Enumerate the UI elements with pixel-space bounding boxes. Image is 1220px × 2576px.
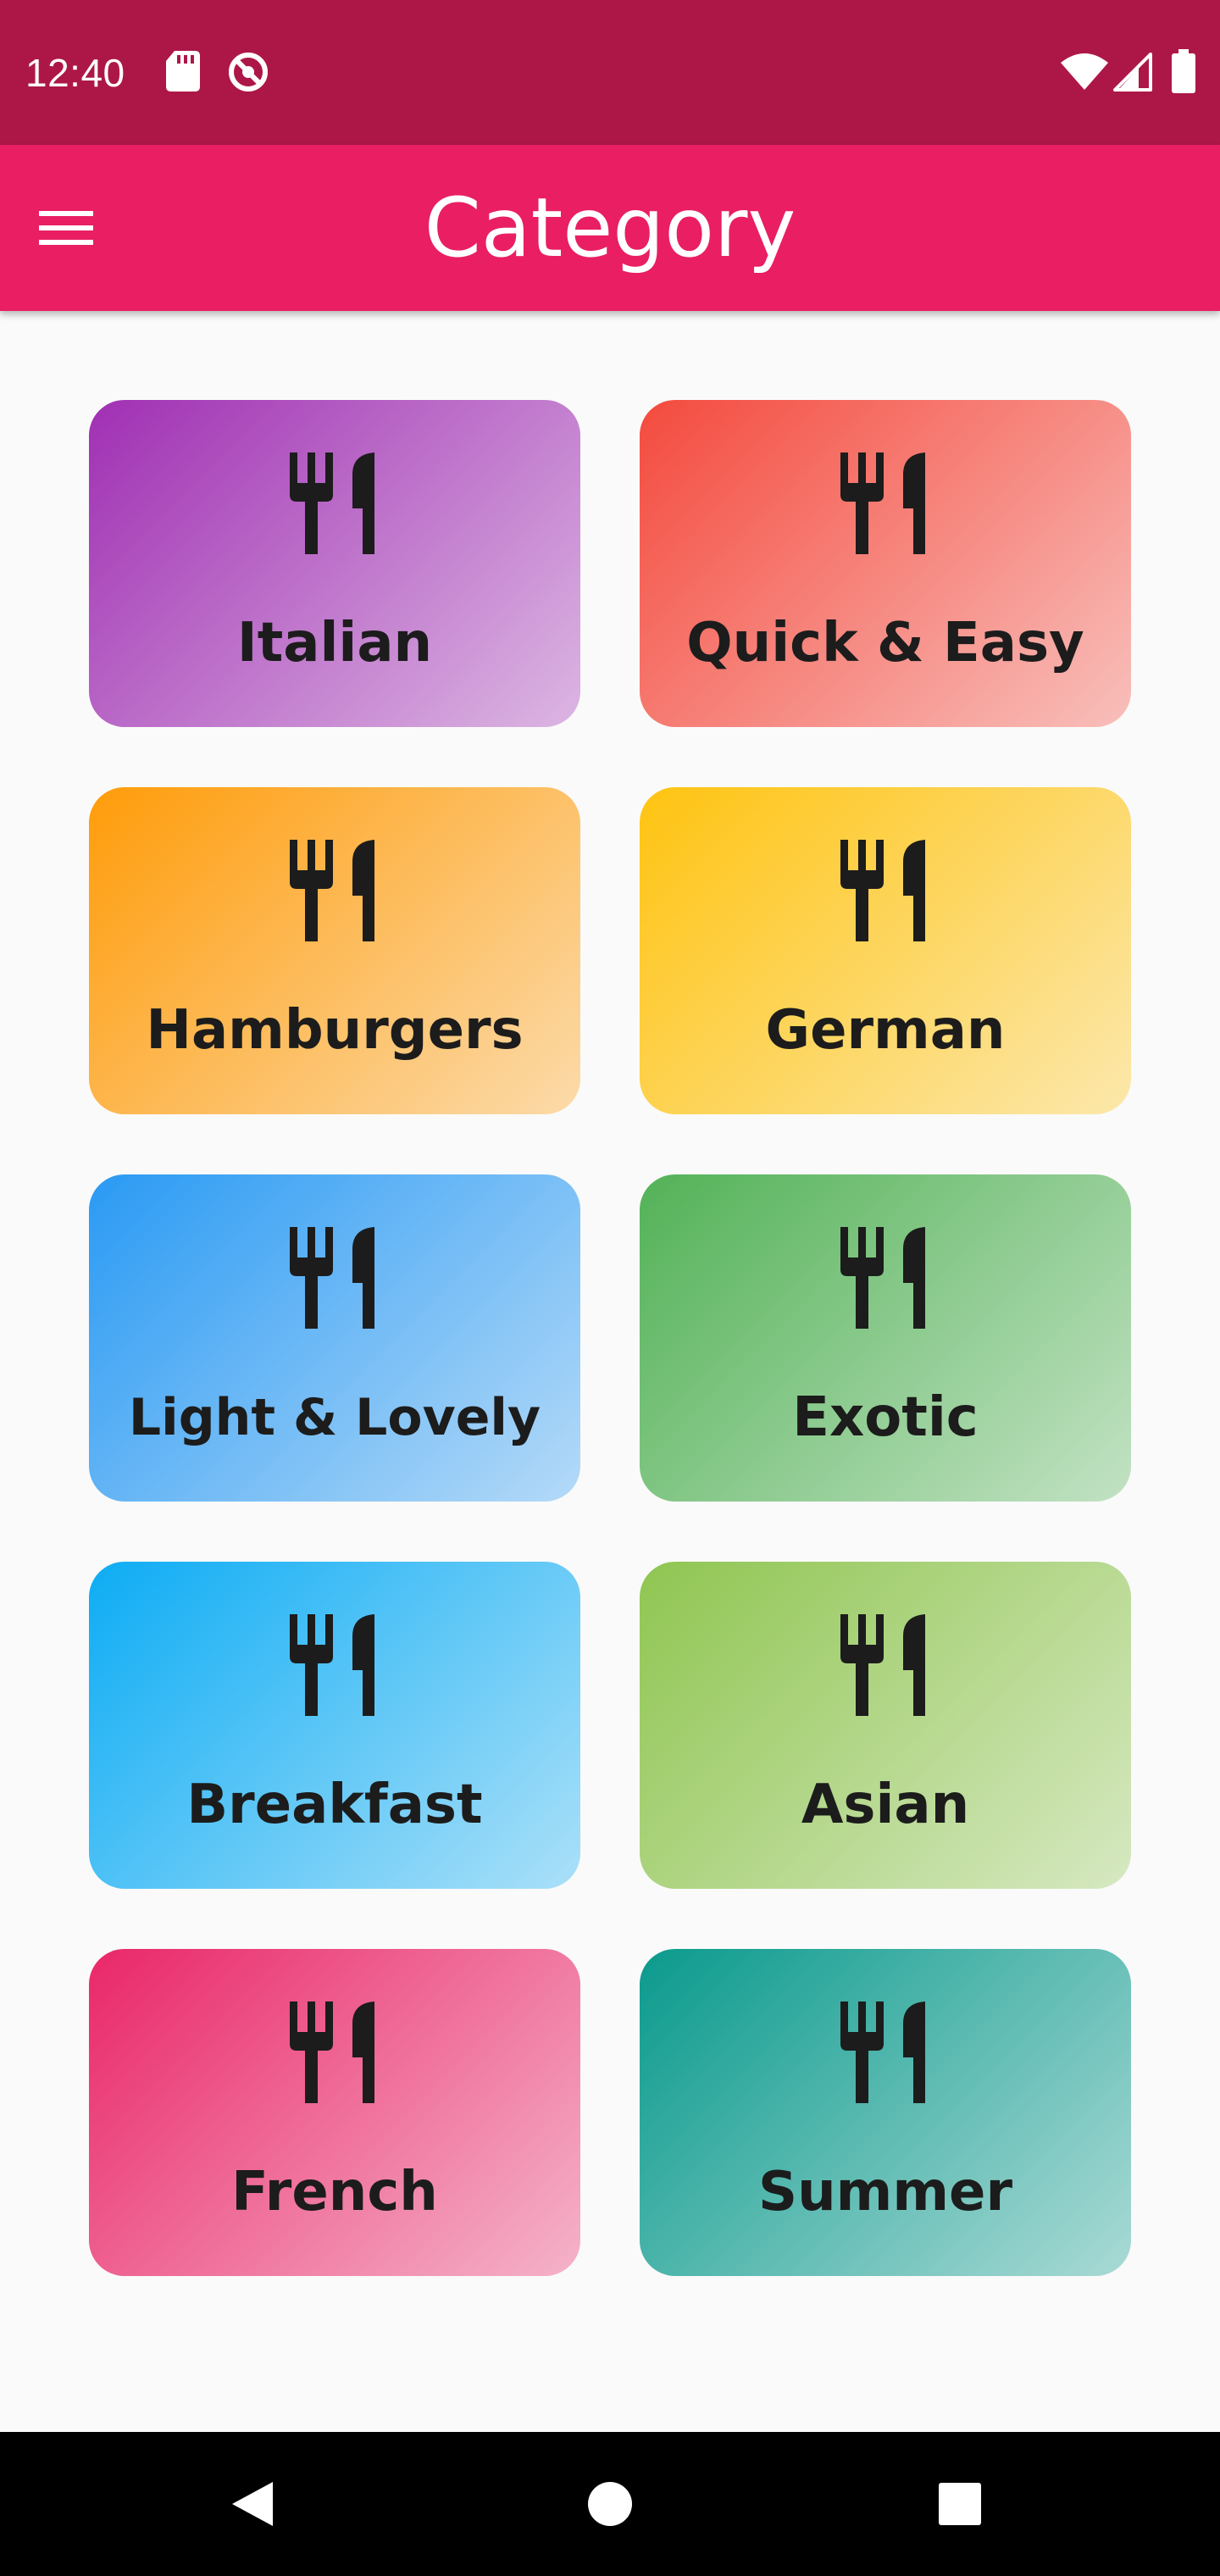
restaurant-icon — [840, 2001, 930, 2103]
do-not-disturb-icon — [227, 51, 269, 97]
restaurant-icon — [840, 840, 930, 941]
page-title: Category — [424, 180, 796, 275]
category-label: Breakfast — [186, 1774, 483, 1836]
navigation-bar — [0, 2432, 1220, 2576]
category-card-german[interactable]: German — [640, 787, 1131, 1114]
category-label: Summer — [758, 2161, 1012, 2223]
restaurant-icon — [290, 1227, 380, 1329]
restaurant-icon — [840, 1227, 930, 1329]
category-label: German — [765, 999, 1006, 1062]
category-card-french[interactable]: French — [89, 1949, 580, 2276]
restaurant-icon — [290, 452, 380, 554]
sd-card-icon — [166, 51, 200, 95]
status-time: 12:40 — [25, 51, 125, 95]
category-card-asian[interactable]: Asian — [640, 1562, 1131, 1889]
battery-icon — [1171, 49, 1196, 97]
category-card-hamburgers[interactable]: Hamburgers — [89, 787, 580, 1114]
category-card-exotic[interactable]: Exotic — [640, 1174, 1131, 1502]
cell-signal-icon — [1113, 53, 1152, 95]
category-card-italian[interactable]: Italian — [89, 400, 580, 727]
category-card-quick-and-easy[interactable]: Quick & Easy — [640, 400, 1131, 727]
restaurant-icon — [840, 1614, 930, 1716]
category-label: Exotic — [792, 1386, 979, 1449]
category-label: Asian — [801, 1774, 970, 1836]
category-grid: Italian Quick & Easy Hamburgers German L… — [89, 400, 1131, 2276]
category-card-light-and-lovely[interactable]: Light & Lovely — [89, 1174, 580, 1502]
restaurant-icon — [840, 452, 930, 554]
restaurant-icon — [290, 1614, 380, 1716]
restaurant-icon — [290, 840, 380, 941]
category-label: Italian — [236, 612, 433, 675]
wifi-icon — [1061, 53, 1108, 93]
category-label: Light & Lovely — [128, 1388, 541, 1447]
app-bar: Category — [0, 145, 1220, 311]
restaurant-icon — [290, 2001, 380, 2103]
category-label: French — [231, 2161, 438, 2223]
home-circle-icon[interactable] — [568, 2462, 652, 2546]
category-label: Quick & Easy — [686, 612, 1084, 675]
back-triangle-icon[interactable] — [212, 2462, 297, 2546]
recents-square-icon[interactable] — [918, 2462, 1002, 2546]
status-bar: 12:40 — [0, 0, 1220, 145]
category-label: Hamburgers — [146, 999, 524, 1062]
category-card-breakfast[interactable]: Breakfast — [89, 1562, 580, 1889]
category-card-summer[interactable]: Summer — [640, 1949, 1131, 2276]
